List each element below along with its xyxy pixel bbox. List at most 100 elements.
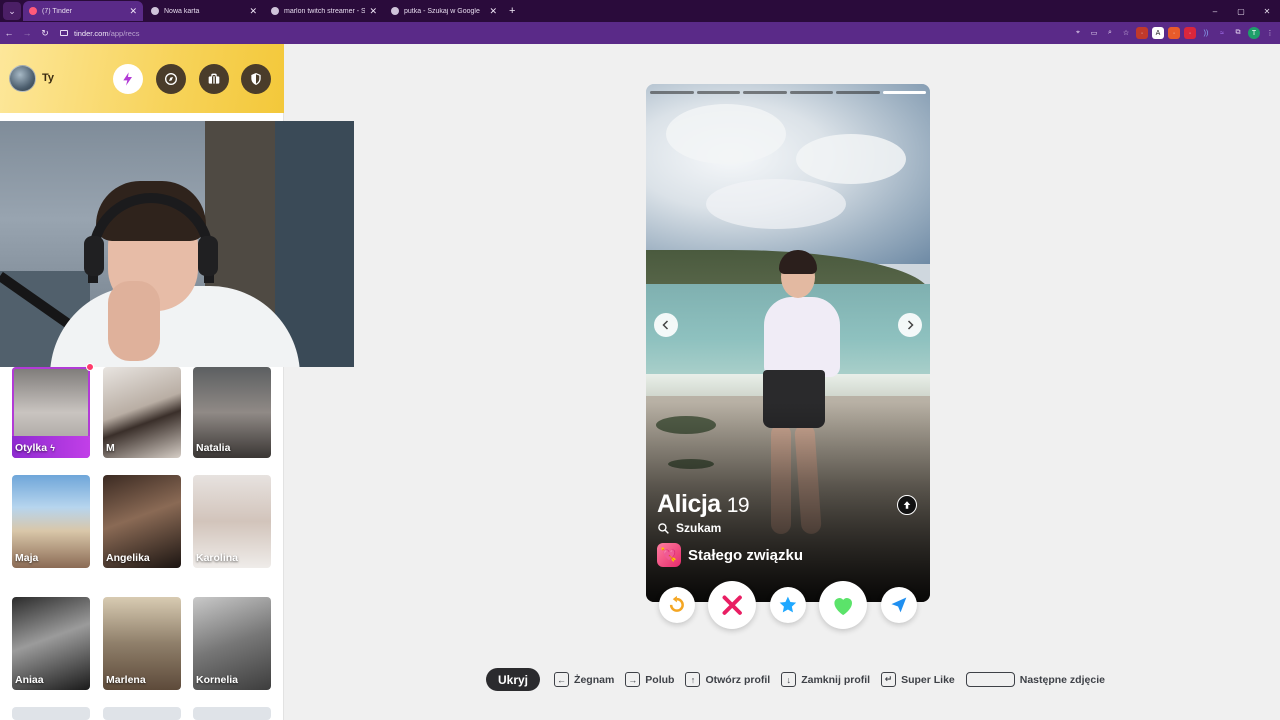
profile-card[interactable]: Alicja 19 Szukam 💘 Stałego związku (646, 84, 930, 602)
previous-photo-button[interactable] (654, 313, 678, 337)
extension-icon[interactable]: ≈ (1216, 27, 1228, 39)
rewind-button[interactable] (659, 587, 695, 623)
match-card[interactable]: Maja (12, 475, 90, 568)
photo-progress-segment[interactable] (882, 91, 926, 94)
chevron-right-icon (907, 320, 914, 330)
hide-shortcuts-button[interactable]: Ukryj (486, 668, 541, 691)
boost-button[interactable] (881, 587, 917, 623)
shortcut-label: Otwórz profil (705, 673, 771, 686)
url-host: tinder.com (74, 28, 109, 38)
next-photo-button[interactable] (898, 313, 922, 337)
shortcut-label: Następne zdjęcie (1019, 673, 1105, 686)
tab-google-search-1[interactable]: marlon twitch streamer - Szuka ✕ (265, 1, 383, 21)
back-button[interactable]: ← (0, 28, 18, 38)
profile-avatar-icon[interactable]: T (1248, 27, 1260, 39)
close-window-button[interactable]: ✕ (1254, 7, 1280, 16)
enter-key-icon: ↵ (881, 672, 897, 687)
match-card-placeholder (103, 707, 181, 720)
photo-progress-segment[interactable] (696, 91, 740, 94)
forward-button[interactable]: → (18, 28, 36, 38)
photo-progress-segment[interactable] (743, 91, 787, 94)
photo-person-top (764, 297, 840, 377)
arrow-right-key-icon: → (625, 672, 641, 687)
bookmark-star-icon[interactable]: ☆ (1120, 27, 1132, 39)
globe-favicon-icon (151, 7, 159, 15)
extension-icon[interactable]: · (1184, 27, 1196, 39)
headphone-cup-left (84, 236, 104, 276)
zoom-icon[interactable]: ⌕ (1104, 27, 1116, 39)
close-tab-icon[interactable]: ✕ (249, 6, 257, 17)
photo-progress-segment[interactable] (650, 91, 694, 94)
keyboard-shortcuts: Ukryj ← Żegnam → Polub ↑ Otwórz profil ↓… (486, 668, 1116, 691)
site-info-icon[interactable] (60, 30, 68, 36)
tab-title: (7) Tinder (42, 7, 72, 15)
match-name: Angelika (106, 552, 150, 564)
extensions-puzzle-icon[interactable]: ⧉ (1232, 27, 1244, 39)
profile-name: Alicja 19 (657, 490, 750, 519)
nope-button[interactable] (708, 581, 756, 629)
match-card[interactable]: Natalia (193, 367, 271, 458)
avatar[interactable] (9, 65, 36, 92)
cast-icon[interactable]: ▭ (1088, 27, 1100, 39)
photo-progress-segment[interactable] (836, 91, 880, 94)
match-card[interactable]: Marlena (103, 597, 181, 690)
space-key-icon (965, 672, 1015, 687)
shortcut-next-photo: Następne zdjęcie (965, 672, 1105, 687)
url-path: /app/recs (108, 28, 140, 38)
location-icon[interactable]: ⌖ (1072, 27, 1084, 39)
shortcut-label: Żegnam (574, 673, 615, 686)
match-name: Kornelia (196, 674, 239, 686)
match-name: Maja (15, 552, 39, 564)
shortcut-label: Super Like (901, 673, 955, 686)
match-card[interactable]: Kornelia (193, 597, 271, 690)
match-card[interactable]: Otylka ϟ (12, 367, 90, 458)
photo-cloud (666, 104, 786, 164)
match-name: Otylka ϟ (15, 442, 55, 454)
compass-icon (165, 73, 177, 85)
maximize-button[interactable]: ▢ (1228, 7, 1254, 16)
super-like-button[interactable] (770, 587, 806, 623)
like-button[interactable] (819, 581, 867, 629)
match-name: Aniaa (15, 674, 44, 686)
photo-progress-segment[interactable] (789, 91, 833, 94)
star-icon (779, 596, 797, 613)
reload-button[interactable]: ↻ (36, 28, 54, 39)
sidebar-header: Ty (0, 44, 284, 113)
tab-new[interactable]: Nowa karta ✕ (145, 1, 263, 21)
heart-arrow-icon: 💘 (657, 543, 681, 567)
browser-tab-strip: ⌄ (7) Tinder ✕ Nowa karta ✕ marlon twitc… (0, 0, 1280, 22)
extension-icon[interactable]: )) (1200, 27, 1212, 39)
photo-cloud (706, 179, 846, 229)
extension-icon[interactable]: · (1168, 27, 1180, 39)
boost-button[interactable] (113, 64, 143, 94)
shortcut-label: Polub (645, 673, 675, 686)
match-name: M (106, 442, 115, 454)
profile-name-label[interactable]: Ty (42, 72, 54, 84)
match-card[interactable]: Angelika (103, 475, 181, 568)
address-bar[interactable]: tinder.com/app/recs (60, 29, 139, 38)
extension-bar: ⌖ ▭ ⌕ ☆ · A · · )) ≈ ⧉ T ⋮ (1072, 22, 1276, 44)
match-card[interactable]: Karolina (193, 475, 271, 568)
extension-icon[interactable]: · (1136, 27, 1148, 39)
work-mode-button[interactable] (199, 64, 229, 94)
close-tab-icon[interactable]: ✕ (369, 6, 377, 17)
match-card[interactable]: Aniaa (12, 597, 90, 690)
shortcut-super-like: ↵ Super Like (881, 672, 955, 687)
more-menu-icon[interactable]: ⋮ (1264, 27, 1276, 39)
photo-progress-bars (650, 91, 926, 94)
bolt-icon: ϟ (50, 443, 55, 453)
tab-search-button[interactable]: ⌄ (3, 2, 21, 20)
explore-button[interactable] (156, 64, 186, 94)
translate-extension-icon[interactable]: A (1152, 27, 1164, 39)
close-tab-icon[interactable]: ✕ (489, 6, 497, 17)
new-tab-button[interactable]: + (509, 5, 515, 17)
match-card[interactable]: M (103, 367, 181, 458)
tab-google-search-2[interactable]: putka - Szukaj w Google ✕ (385, 1, 503, 21)
shortcut-label: Zamknij profil (801, 673, 871, 686)
close-tab-icon[interactable]: ✕ (129, 6, 137, 17)
tab-tinder[interactable]: (7) Tinder ✕ (23, 1, 143, 21)
open-profile-button[interactable] (897, 495, 917, 515)
safety-button[interactable] (241, 64, 271, 94)
minimize-button[interactable]: – (1202, 7, 1228, 16)
headphone-cup-right (198, 236, 218, 276)
